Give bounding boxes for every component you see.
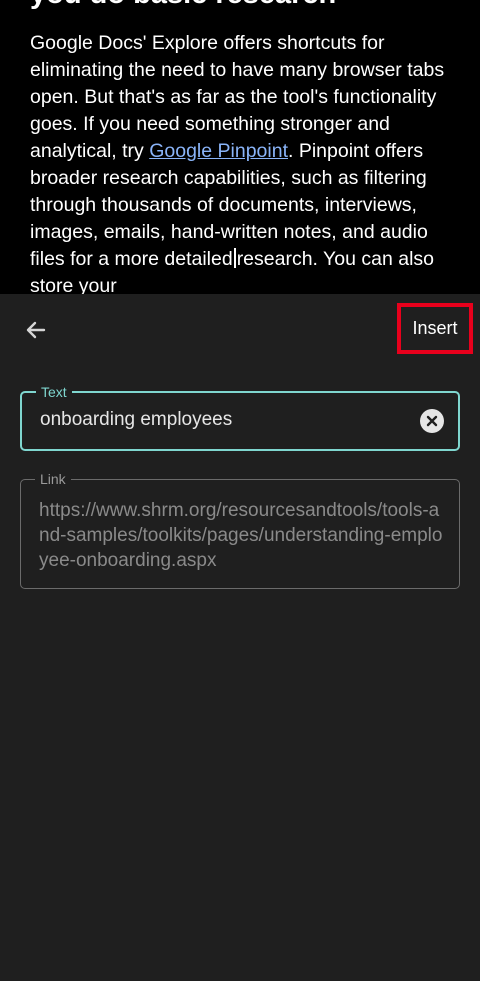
clear-icon	[426, 415, 438, 427]
link-field-value[interactable]: https://www.shrm.org/resourcesandtools/t…	[39, 498, 449, 573]
link-field-label: Link	[35, 471, 71, 487]
insert-link-sheet: Insert Text onboarding employees Link ht…	[0, 294, 480, 981]
back-button[interactable]	[20, 314, 52, 346]
clear-text-button[interactable]	[420, 409, 444, 433]
insert-button[interactable]: Insert	[397, 303, 473, 354]
text-field[interactable]: Text onboarding employees	[20, 384, 460, 451]
doc-paragraph: Google Docs' Explore offers shortcuts fo…	[30, 30, 460, 294]
doc-heading: you do basic research	[30, 0, 336, 11]
document-background: you do basic research Google Docs' Explo…	[0, 0, 480, 294]
text-field-value[interactable]: onboarding employees	[40, 409, 232, 431]
text-cursor	[233, 248, 236, 268]
text-field-label: Text	[36, 384, 72, 400]
arrow-left-icon	[26, 321, 46, 339]
google-pinpoint-link[interactable]: Google Pinpoint	[149, 140, 288, 162]
link-field[interactable]: Link https://www.shrm.org/resourcesandto…	[20, 471, 460, 589]
